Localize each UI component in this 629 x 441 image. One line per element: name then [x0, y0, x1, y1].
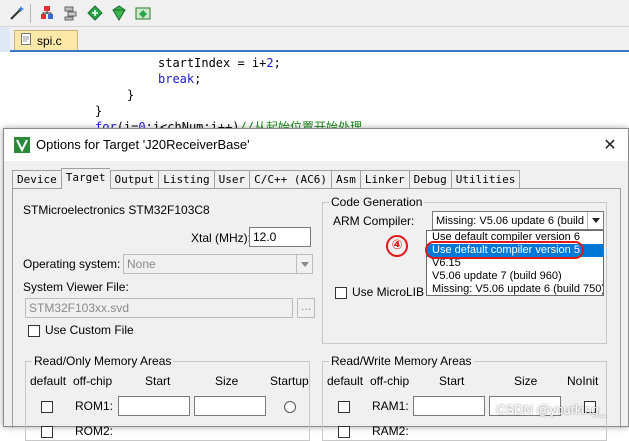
ram2-default-checkbox[interactable]	[338, 426, 350, 438]
rw-header-default: default	[327, 374, 364, 388]
ram1-start-input[interactable]	[413, 396, 485, 416]
code-line: }	[95, 103, 102, 119]
ro-header-default: default	[30, 374, 67, 388]
watermark: CSDN @yourking_	[496, 402, 607, 417]
tab-linker[interactable]: Linker	[359, 170, 409, 189]
editor-tabbar: spi.c	[0, 27, 629, 52]
os-select-value: None	[127, 257, 156, 271]
code-line: startIndex = i+2;	[158, 55, 281, 71]
tab-target[interactable]: Target	[60, 168, 110, 189]
svd-input[interactable]: STM32F103xx.svd	[25, 298, 293, 318]
toolbar-separator	[30, 4, 31, 23]
rw-header-noinit: NoInit	[567, 374, 599, 388]
code-token: ;	[194, 72, 202, 86]
manage-components-icon[interactable]	[62, 4, 80, 22]
svd-label: System Viewer File:	[23, 280, 129, 294]
rom1-default-checkbox[interactable]	[41, 401, 53, 413]
close-icon[interactable]: ✕	[600, 135, 620, 155]
rom1-label: ROM1:	[75, 399, 114, 413]
rw-header-start: Start	[439, 374, 465, 388]
tab-output[interactable]: Output	[109, 170, 159, 189]
tab-c-c-ac6[interactable]: C/C++ (AC6)	[249, 170, 331, 189]
ro-header-offchip: off-chip	[73, 374, 113, 388]
c-file-icon	[21, 33, 31, 48]
code-token: }	[127, 88, 135, 102]
browse-button[interactable]: ...	[297, 298, 315, 318]
rom2-label: ROM2:	[75, 424, 114, 438]
rw-header-offchip: off-chip	[370, 374, 410, 388]
pack-installer-icon[interactable]	[86, 4, 104, 22]
code-token: }	[95, 104, 103, 118]
annotation-highlight-ring	[425, 241, 584, 259]
ide-toolbar	[0, 0, 629, 27]
use-microlib-checkbox[interactable]	[335, 287, 347, 299]
file-tab-label: spi.c	[37, 33, 62, 48]
magic-wand-icon[interactable]	[8, 4, 26, 22]
arm-compiler-value: Missing: V5.06 update 6 (build 750)	[436, 215, 604, 227]
keil-app-icon	[14, 137, 30, 153]
dialog-title: Options for Target 'J20ReceiverBase'	[36, 137, 250, 152]
xtal-input[interactable]: 12.0	[249, 227, 311, 247]
readwrite-memory-title: Read/Write Memory Areas	[329, 354, 474, 368]
os-label: Operating system:	[23, 257, 121, 271]
arm-compiler-select[interactable]: Missing: V5.06 update 6 (build 750)	[432, 211, 604, 230]
dialog-titlebar: Options for Target 'J20ReceiverBase' ✕	[4, 129, 628, 161]
rw-header-size: Size	[514, 374, 538, 388]
tab-user[interactable]: User	[213, 170, 250, 189]
tab-listing[interactable]: Listing	[158, 170, 214, 189]
xtal-label: Xtal (MHz):	[191, 231, 251, 245]
dialog-tabs: Device Target Output Listing User C/C++ (AC6)…	[12, 168, 521, 189]
device-name: STMicroelectronics STM32F103C8	[23, 203, 210, 217]
ro-header-start: Start	[145, 374, 171, 388]
select-packs-icon[interactable]	[134, 4, 152, 22]
compiler-option[interactable]: V5.06 update 7 (build 960)	[427, 270, 603, 283]
target-options-icon[interactable]	[38, 4, 56, 22]
tab-utilities[interactable]: Utilities	[450, 170, 521, 189]
code-token: 2	[266, 56, 274, 70]
rom1-startup-radio[interactable]	[284, 401, 296, 413]
chevron-down-icon	[296, 255, 312, 273]
ram1-default-checkbox[interactable]	[338, 401, 350, 413]
rom2-default-checkbox[interactable]	[41, 426, 53, 438]
code-token: startIndex = i+	[158, 56, 267, 70]
readonly-memory-group: Read/Only Memory Areas default off-chip …	[25, 354, 310, 441]
step-number-badge: ④	[386, 235, 408, 257]
readwrite-memory-group: Read/Write Memory Areas default off-chip…	[322, 354, 607, 441]
code-line: }	[127, 87, 134, 103]
tab-asm[interactable]: Asm	[330, 170, 360, 189]
tab-device[interactable]: Device	[12, 170, 61, 189]
editor-gutter	[0, 27, 10, 52]
ro-header-size: Size	[215, 374, 239, 388]
file-tab-spi-c[interactable]: spi.c	[14, 30, 78, 50]
code-token: break	[158, 72, 195, 86]
use-microlib-label: Use MicroLIB	[352, 285, 425, 299]
ram2-label: RAM2:	[372, 424, 409, 438]
diamond-icon[interactable]	[110, 4, 128, 22]
code-generation-title: Code Generation	[329, 195, 425, 209]
code-line: break;	[158, 71, 201, 87]
use-custom-file-label: Use Custom File	[45, 323, 134, 337]
compiler-option[interactable]: Missing: V5.06 update 6 (build 750)	[427, 283, 603, 296]
target-tab-panel: STMicroelectronics STM32F103C8 Xtal (MHz…	[12, 188, 621, 441]
arm-compiler-dropdown-list: Use default compiler version 6 Use defaul…	[426, 230, 604, 296]
ram1-label: RAM1:	[372, 399, 409, 413]
tab-debug[interactable]: Debug	[408, 170, 451, 189]
ro-header-startup: Startup	[270, 374, 309, 388]
rom1-size-input[interactable]	[194, 396, 266, 416]
rom1-start-input[interactable]	[118, 396, 190, 416]
use-custom-file-checkbox[interactable]	[28, 325, 40, 337]
chevron-down-icon	[587, 212, 603, 229]
os-select[interactable]: None	[123, 254, 313, 274]
readonly-memory-title: Read/Only Memory Areas	[32, 354, 174, 368]
code-token: ;	[273, 56, 281, 70]
arm-compiler-label: ARM Compiler:	[333, 214, 415, 228]
